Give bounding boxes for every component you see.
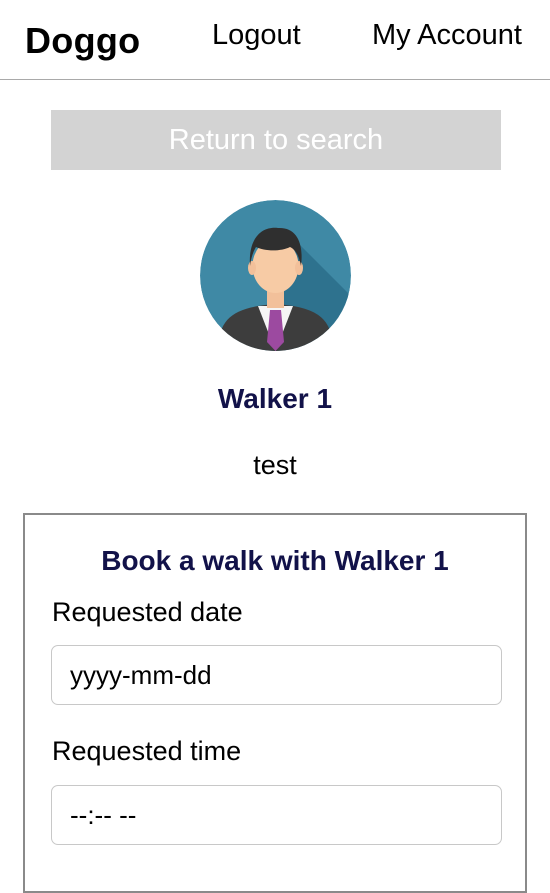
requested-time-input[interactable]: --:-- --	[51, 785, 502, 845]
requested-date-input[interactable]: yyyy-mm-dd	[51, 645, 502, 705]
booking-title: Book a walk with Walker 1	[101, 545, 449, 576]
requested-time-label: Requested time	[52, 736, 242, 766]
brand-logo[interactable]: Doggo	[25, 20, 140, 62]
walker-bio: test	[253, 450, 297, 480]
logout-link[interactable]: Logout	[212, 19, 301, 52]
time-placeholder: --:-- --	[70, 799, 137, 830]
avatar	[200, 200, 351, 351]
date-placeholder: yyyy-mm-dd	[70, 659, 212, 690]
requested-date-label: Requested date	[52, 597, 243, 627]
walker-name: Walker 1	[217, 383, 333, 414]
businessman-avatar-icon	[200, 200, 351, 351]
my-account-link[interactable]: My Account	[372, 19, 522, 52]
top-navbar: Doggo Logout My Account	[0, 0, 550, 80]
return-to-search-button[interactable]: Return to search	[51, 110, 501, 170]
booking-form: Book a walk with Walker 1 Requested date…	[23, 513, 527, 893]
